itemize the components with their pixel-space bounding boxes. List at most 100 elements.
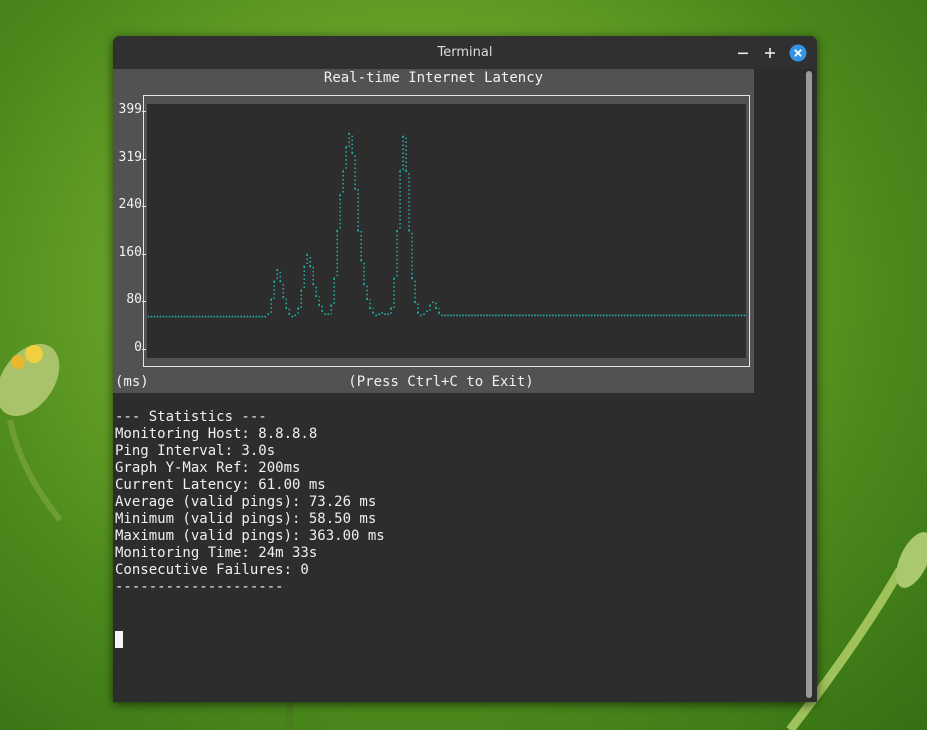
latency-point xyxy=(608,314,611,317)
latency-point xyxy=(680,314,683,317)
close-icon[interactable] xyxy=(789,44,807,62)
latency-point xyxy=(564,314,566,317)
latency-point xyxy=(486,314,488,317)
terminal-window: Terminal Real-time Internet Latency (ms)… xyxy=(113,36,817,702)
latency-point xyxy=(222,315,225,318)
latency-point xyxy=(734,314,737,317)
y-tick-label: 399 xyxy=(118,102,142,117)
latency-point xyxy=(591,314,593,317)
latency-point xyxy=(740,314,743,317)
latency-point xyxy=(384,313,386,315)
stat-host: Monitoring Host: 8.8.8.8 xyxy=(115,426,318,442)
latency-point xyxy=(677,314,680,317)
latency-point xyxy=(237,315,240,318)
y-tick-mark xyxy=(142,111,146,112)
latency-point xyxy=(189,315,192,318)
latency-point xyxy=(617,314,620,317)
latency-chart xyxy=(147,104,746,358)
latency-point xyxy=(150,315,153,318)
latency-point xyxy=(525,314,527,317)
stat-time: Monitoring Time: 24m 33s xyxy=(115,545,318,561)
y-tick-label: 80 xyxy=(126,292,142,308)
window-title: Terminal xyxy=(437,45,493,60)
latency-point xyxy=(611,314,614,317)
latency-point xyxy=(234,315,237,318)
latency-point xyxy=(180,315,183,318)
stat-interval: Ping Interval: 3.0s xyxy=(115,443,276,459)
latency-point xyxy=(704,314,707,317)
latency-point xyxy=(659,314,662,317)
latency-point xyxy=(585,314,587,317)
y-tick-mark xyxy=(142,349,146,350)
title-bar[interactable]: Terminal xyxy=(113,36,817,69)
latency-point xyxy=(447,314,449,317)
latency-point xyxy=(722,314,725,317)
latency-point xyxy=(501,314,503,317)
latency-point xyxy=(504,314,506,317)
text-cursor xyxy=(115,631,123,648)
latency-point xyxy=(743,314,746,317)
latency-point xyxy=(453,314,455,317)
latency-point xyxy=(698,314,701,317)
latency-point xyxy=(291,315,294,318)
latency-point xyxy=(474,314,476,317)
latency-point xyxy=(614,314,617,317)
stat-minimum: Minimum (valid pings): 58.50 ms xyxy=(115,511,377,527)
latency-point xyxy=(632,314,635,317)
scrollbar-thumb[interactable] xyxy=(806,71,812,698)
latency-point xyxy=(719,314,722,317)
latency-point xyxy=(513,314,515,317)
stats-divider: -------------------- xyxy=(115,579,284,595)
latency-point xyxy=(707,314,710,317)
latency-point xyxy=(156,315,159,318)
latency-point xyxy=(216,315,219,318)
latency-point xyxy=(456,314,458,317)
terminal-content[interactable]: Real-time Internet Latency (ms) (Press C… xyxy=(113,69,803,702)
latency-point xyxy=(510,314,512,317)
latency-point xyxy=(599,314,602,317)
stat-ymax: Graph Y-Max Ref: 200ms xyxy=(115,460,301,476)
stat-average: Average (valid pings): 73.26 ms xyxy=(115,494,377,510)
y-tick-mark xyxy=(142,158,146,160)
latency-point xyxy=(737,314,740,317)
latency-point xyxy=(162,315,165,318)
latency-point xyxy=(165,315,168,318)
latency-point xyxy=(210,315,213,318)
stat-current: Current Latency: 61.00 ms xyxy=(115,477,326,493)
latency-point xyxy=(432,301,434,304)
latency-point xyxy=(713,314,716,317)
latency-point xyxy=(561,314,563,317)
y-tick-label: 160 xyxy=(118,244,142,260)
latency-point xyxy=(716,314,719,317)
latency-point xyxy=(225,315,228,318)
y-tick-mark xyxy=(142,253,146,255)
latency-point xyxy=(468,314,470,317)
latency-point xyxy=(605,314,608,317)
chart-title: Real-time Internet Latency xyxy=(323,70,544,86)
latency-point xyxy=(692,314,695,317)
latency-point xyxy=(641,314,644,317)
latency-point xyxy=(519,314,521,317)
latency-point xyxy=(495,314,497,317)
latency-point xyxy=(695,314,698,317)
latency-point xyxy=(195,315,198,318)
latency-point xyxy=(240,315,243,318)
y-tick-label: 240 xyxy=(118,196,142,212)
latency-point xyxy=(261,315,264,318)
latency-point xyxy=(192,315,195,318)
latency-point xyxy=(267,313,270,315)
latency-point xyxy=(462,314,464,317)
chart-frame xyxy=(143,95,750,367)
latency-point xyxy=(665,314,668,317)
maximize-icon[interactable] xyxy=(761,44,779,62)
latency-point xyxy=(650,314,653,317)
latency-point xyxy=(255,315,258,318)
minimize-icon[interactable] xyxy=(734,44,752,62)
latency-point xyxy=(540,314,542,317)
latency-point xyxy=(635,314,638,317)
latency-point xyxy=(477,314,479,317)
latency-point xyxy=(420,314,422,317)
latency-point xyxy=(387,313,389,315)
latency-point xyxy=(629,314,632,317)
latency-point xyxy=(294,314,297,317)
